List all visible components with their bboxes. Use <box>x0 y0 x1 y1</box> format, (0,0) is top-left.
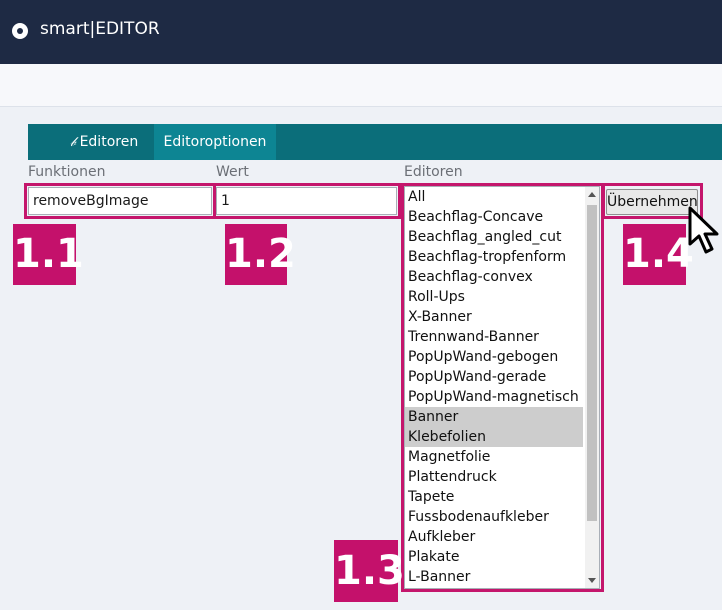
tab-bar: 𝒷 Editoren Editoroptionen <box>28 124 722 160</box>
highlight-value <box>213 183 401 219</box>
step-badge-1-3: 1.3 <box>334 540 405 602</box>
highlight-function <box>24 183 216 219</box>
top-bar: smart|EDITOR <box>0 0 722 64</box>
tab-editoren[interactable]: 𝒷 Editoren <box>64 124 144 160</box>
highlight-editors <box>401 183 604 592</box>
logo-icon <box>12 23 28 39</box>
app-title: smart|EDITOR <box>40 19 160 39</box>
mouse-pointer-icon <box>688 206 719 254</box>
column-header-value: Wert <box>216 164 249 180</box>
step-badge-1-2: 1.2 <box>225 224 296 285</box>
sub-bar <box>0 64 722 107</box>
column-header-editors: Editoren <box>404 164 463 180</box>
tab-editoroptionen[interactable]: Editoroptionen <box>154 124 276 160</box>
step-badge-1-1: 1.1 <box>13 224 84 285</box>
tab-editoren-label: Editoren <box>79 134 139 150</box>
column-header-functions: Funktionen <box>28 164 106 180</box>
brush-icon: 𝒷 <box>70 135 76 150</box>
tab-editoroptionen-label: Editoroptionen <box>163 134 267 150</box>
step-badge-1-4: 1.4 <box>623 224 694 285</box>
